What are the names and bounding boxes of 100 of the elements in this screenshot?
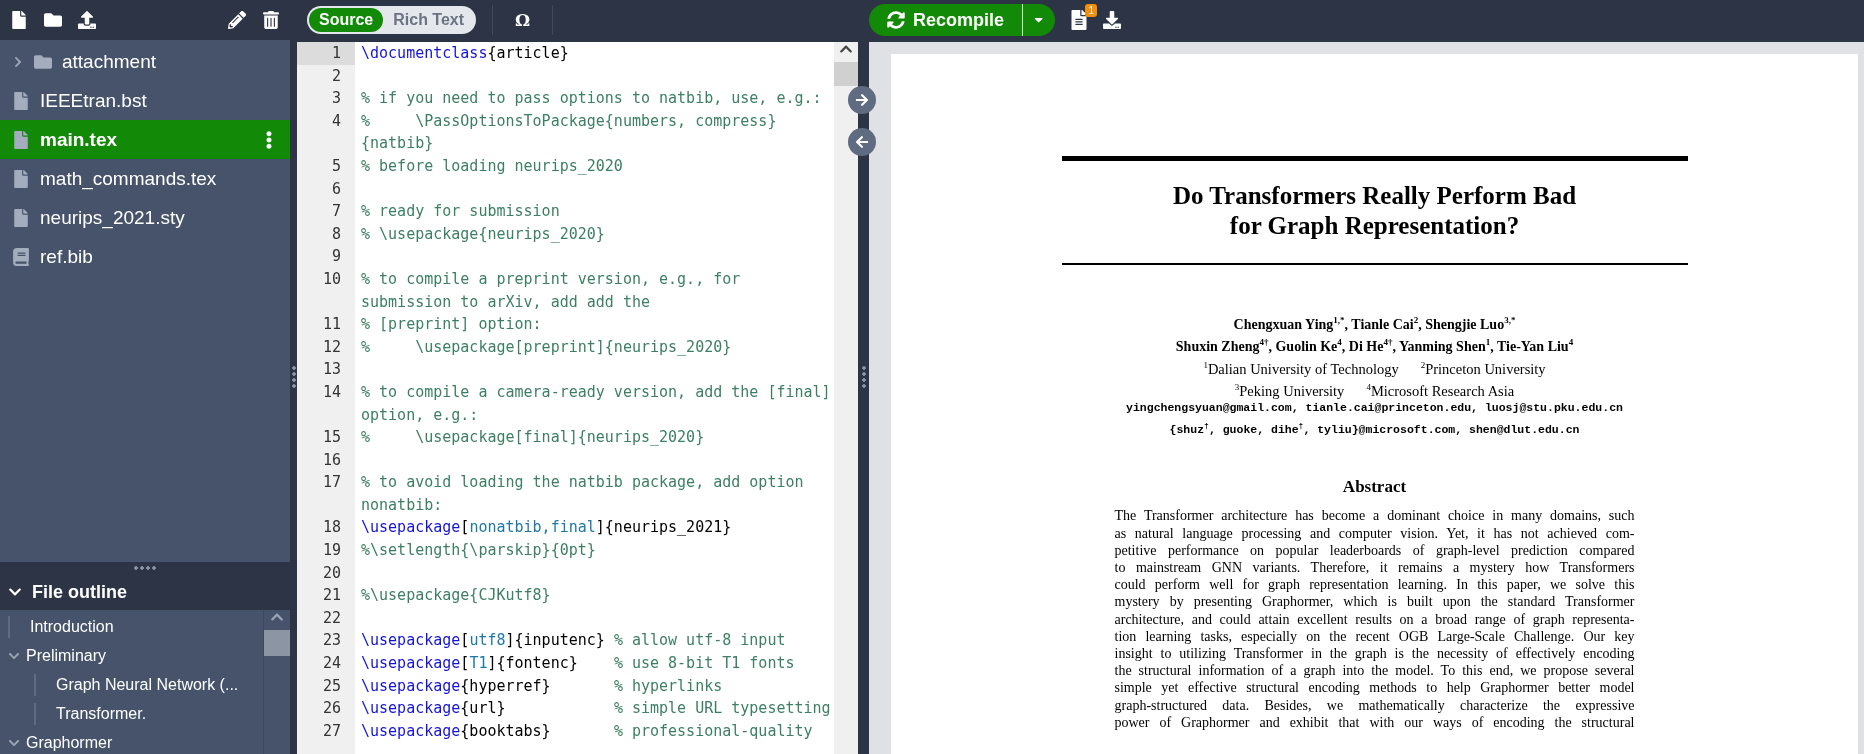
outline-item[interactable]: Graphormer [0,728,263,754]
abstract-line: insight to utilizing Transformer in the graph is the necessity of effectively encoding [1114,644,1635,663]
abstract-heading: Abstract [1342,477,1407,498]
affiliation: $^{1}$Dalian University of Technology [1203,358,1399,378]
abstract-line: as natural language processing and computer vision. Yet, it has not achieved com- [1114,524,1635,542]
abstract-line: the structural information of a graph into the model. To this end, we propose several [1114,662,1635,680]
abstract-line: The Transformer architecture has become a dominant choice in many domains, such [1114,507,1635,525]
code-line: % \usepackage[preprint]{neurips_2020} [361,336,733,358]
file-tree-item[interactable]: attachment [0,42,290,81]
paper-title: for Graph Representation? [1229,211,1520,241]
line-number: 8 [330,223,342,245]
line-number: 3 [330,88,342,110]
code-line: \usepackage{booktabs} % professional-quality [361,720,814,742]
file-icon [12,91,30,110]
author-line: Shuxin Zheng$^{4†}$, Guolin Ke$^{4}$, Di He$^{4†}$, Yanming Shen$^{1}$, Tie-Yan Liu$^{4}$ [1175,336,1574,356]
line-number: 24 [321,653,342,675]
abstract-line: mystery by presenting Graphormer, which is built upon the standard Transformer [1114,593,1635,611]
line-number: 9 [330,246,342,268]
arrow-left-icon [855,135,869,149]
line-number: 11 [321,314,342,336]
download-icon[interactable] [1103,11,1122,29]
code-line: {natbib} [361,133,435,155]
code-line: \usepackage{hyperref} % hyperlinks [361,675,724,697]
line-number: 26 [321,698,342,720]
code-line: \usepackage{url} % simple URL typesetting [361,698,832,720]
abstract-line: to mainstream GNN variants. Therefore, it remains a mystery how Transformers [1114,558,1635,577]
line-number: 20 [321,562,342,584]
abstract-line: petitive performance on popular leaderboards of graph-level prediction compared [1114,541,1635,559]
line-number: 10 [321,268,342,290]
count-badge: 1 [1085,4,1098,17]
code-line: \documentclass{article} [361,43,570,64]
code-line: % \PassOptionsToPackage{numbers, compress} [361,110,778,132]
scrollbar-thumb[interactable] [834,62,858,86]
affiliation: $^{2}$Princeton University [1420,358,1546,378]
file-tree-item[interactable]: neurips_2021.sty [0,198,290,237]
code-line: \usepackage[utf8]{inputenc} % allow utf-8 input [361,630,787,652]
file-tree-item[interactable]: IEEEtran.bst [0,81,290,120]
line-number: 15 [321,427,342,449]
line-number: 13 [321,359,342,381]
outline-item[interactable]: Introduction [0,612,263,641]
line-number: 22 [321,607,342,629]
chevron-right-icon[interactable] [12,55,24,68]
book-icon [12,247,30,266]
affiliation: $^{4}$Microsoft Research Asia [1366,380,1515,400]
line-number: 12 [321,336,342,358]
file-tree-item[interactable]: ref.bib [0,237,290,276]
logs-button[interactable] [1069,10,1090,30]
outline-item[interactable]: Preliminary [0,641,263,670]
outline-header[interactable]: File outline [0,574,290,610]
line-number: 23 [321,630,342,652]
upload-icon[interactable] [78,11,96,29]
symbol-button[interactable]: Ω [509,9,537,31]
line-number: 17 [321,472,342,494]
outline-item[interactable]: Transformer. [0,699,263,728]
code-line: % \usepackage[final]{neurips_2020} [361,427,706,449]
file-icon [12,130,30,149]
outline-item[interactable]: Graph Neural Network (... [0,670,263,699]
code-line: \usepackage[nonatbib,final]{neurips_2021} [361,517,733,539]
email-line: yingchengsyuan@gmail.com, tianle.cai@princeton.edu, luosj@stu.pku.edu.cn [1126,400,1623,417]
line-number: 21 [321,585,342,607]
scrollbar-thumb[interactable] [264,630,290,656]
abstract-line: simple yet effective structural encoding methods to help Graphormer better model [1114,679,1635,697]
code-line: % before loading neurips_2020 [361,155,624,177]
arrow-right-icon [855,93,869,107]
abstract-line: graph-structured data. Besides, we mathematically characterize the expressive [1114,696,1635,714]
line-number: 14 [321,381,342,403]
author-line: Chengxuan Ying$^{1,*}$, Tianle Cai$^{2}$, Shengjie Luo$^{3,*}$ [1233,313,1516,334]
abstract-line: power of Graphormer and exhibit that with our ways of encoding the structural [1114,713,1635,731]
line-number: 6 [330,178,342,200]
pencil-icon[interactable] [228,11,246,29]
code-line: % [preprint] option: [361,314,543,336]
file-tree-item[interactable]: main.tex [0,120,290,159]
code-line: %\setlength{\parskip}{0pt} [361,540,597,562]
scrollbar[interactable] [834,42,858,754]
code-line: \usepackage[T1]{fontenc} % use 8-bit T1 fonts [361,653,796,675]
file-tree-item[interactable]: math_commands.tex [0,159,290,198]
code-line: nonatbib: [361,494,444,516]
new-folder-icon[interactable] [44,11,62,29]
code-line: submission to arXiv, add add the [361,291,651,313]
new-file-icon[interactable] [10,11,28,29]
line-number: 2 [330,65,342,87]
code-line: % ready for submission [361,201,561,223]
line-number: 18 [321,517,342,539]
trash-icon[interactable] [262,11,280,29]
code-line: % to compile a camera-ready version, add the [final] [361,381,832,403]
line-number: 7 [330,201,342,223]
file-icon [12,208,30,227]
line-number: 1 [297,42,355,65]
code-line: % to compile a preprint version, e.g., for [361,268,742,290]
mode-tab[interactable]: Source [309,8,384,32]
code-line: % \usepackage{neurips_2020} [361,223,606,245]
line-number: 16 [321,449,342,471]
mode-tab[interactable]: Rich Text [383,8,475,32]
line-number: 27 [321,720,342,742]
paper-title: Do Transformers Really Perform Bad [1172,181,1577,211]
code-line: % if you need to pass options to natbib, use, e.g.: [361,88,823,110]
line-number: 25 [321,675,342,697]
line-number: 19 [321,540,342,562]
line-number: 5 [330,155,342,177]
scrollbar[interactable] [263,610,290,754]
